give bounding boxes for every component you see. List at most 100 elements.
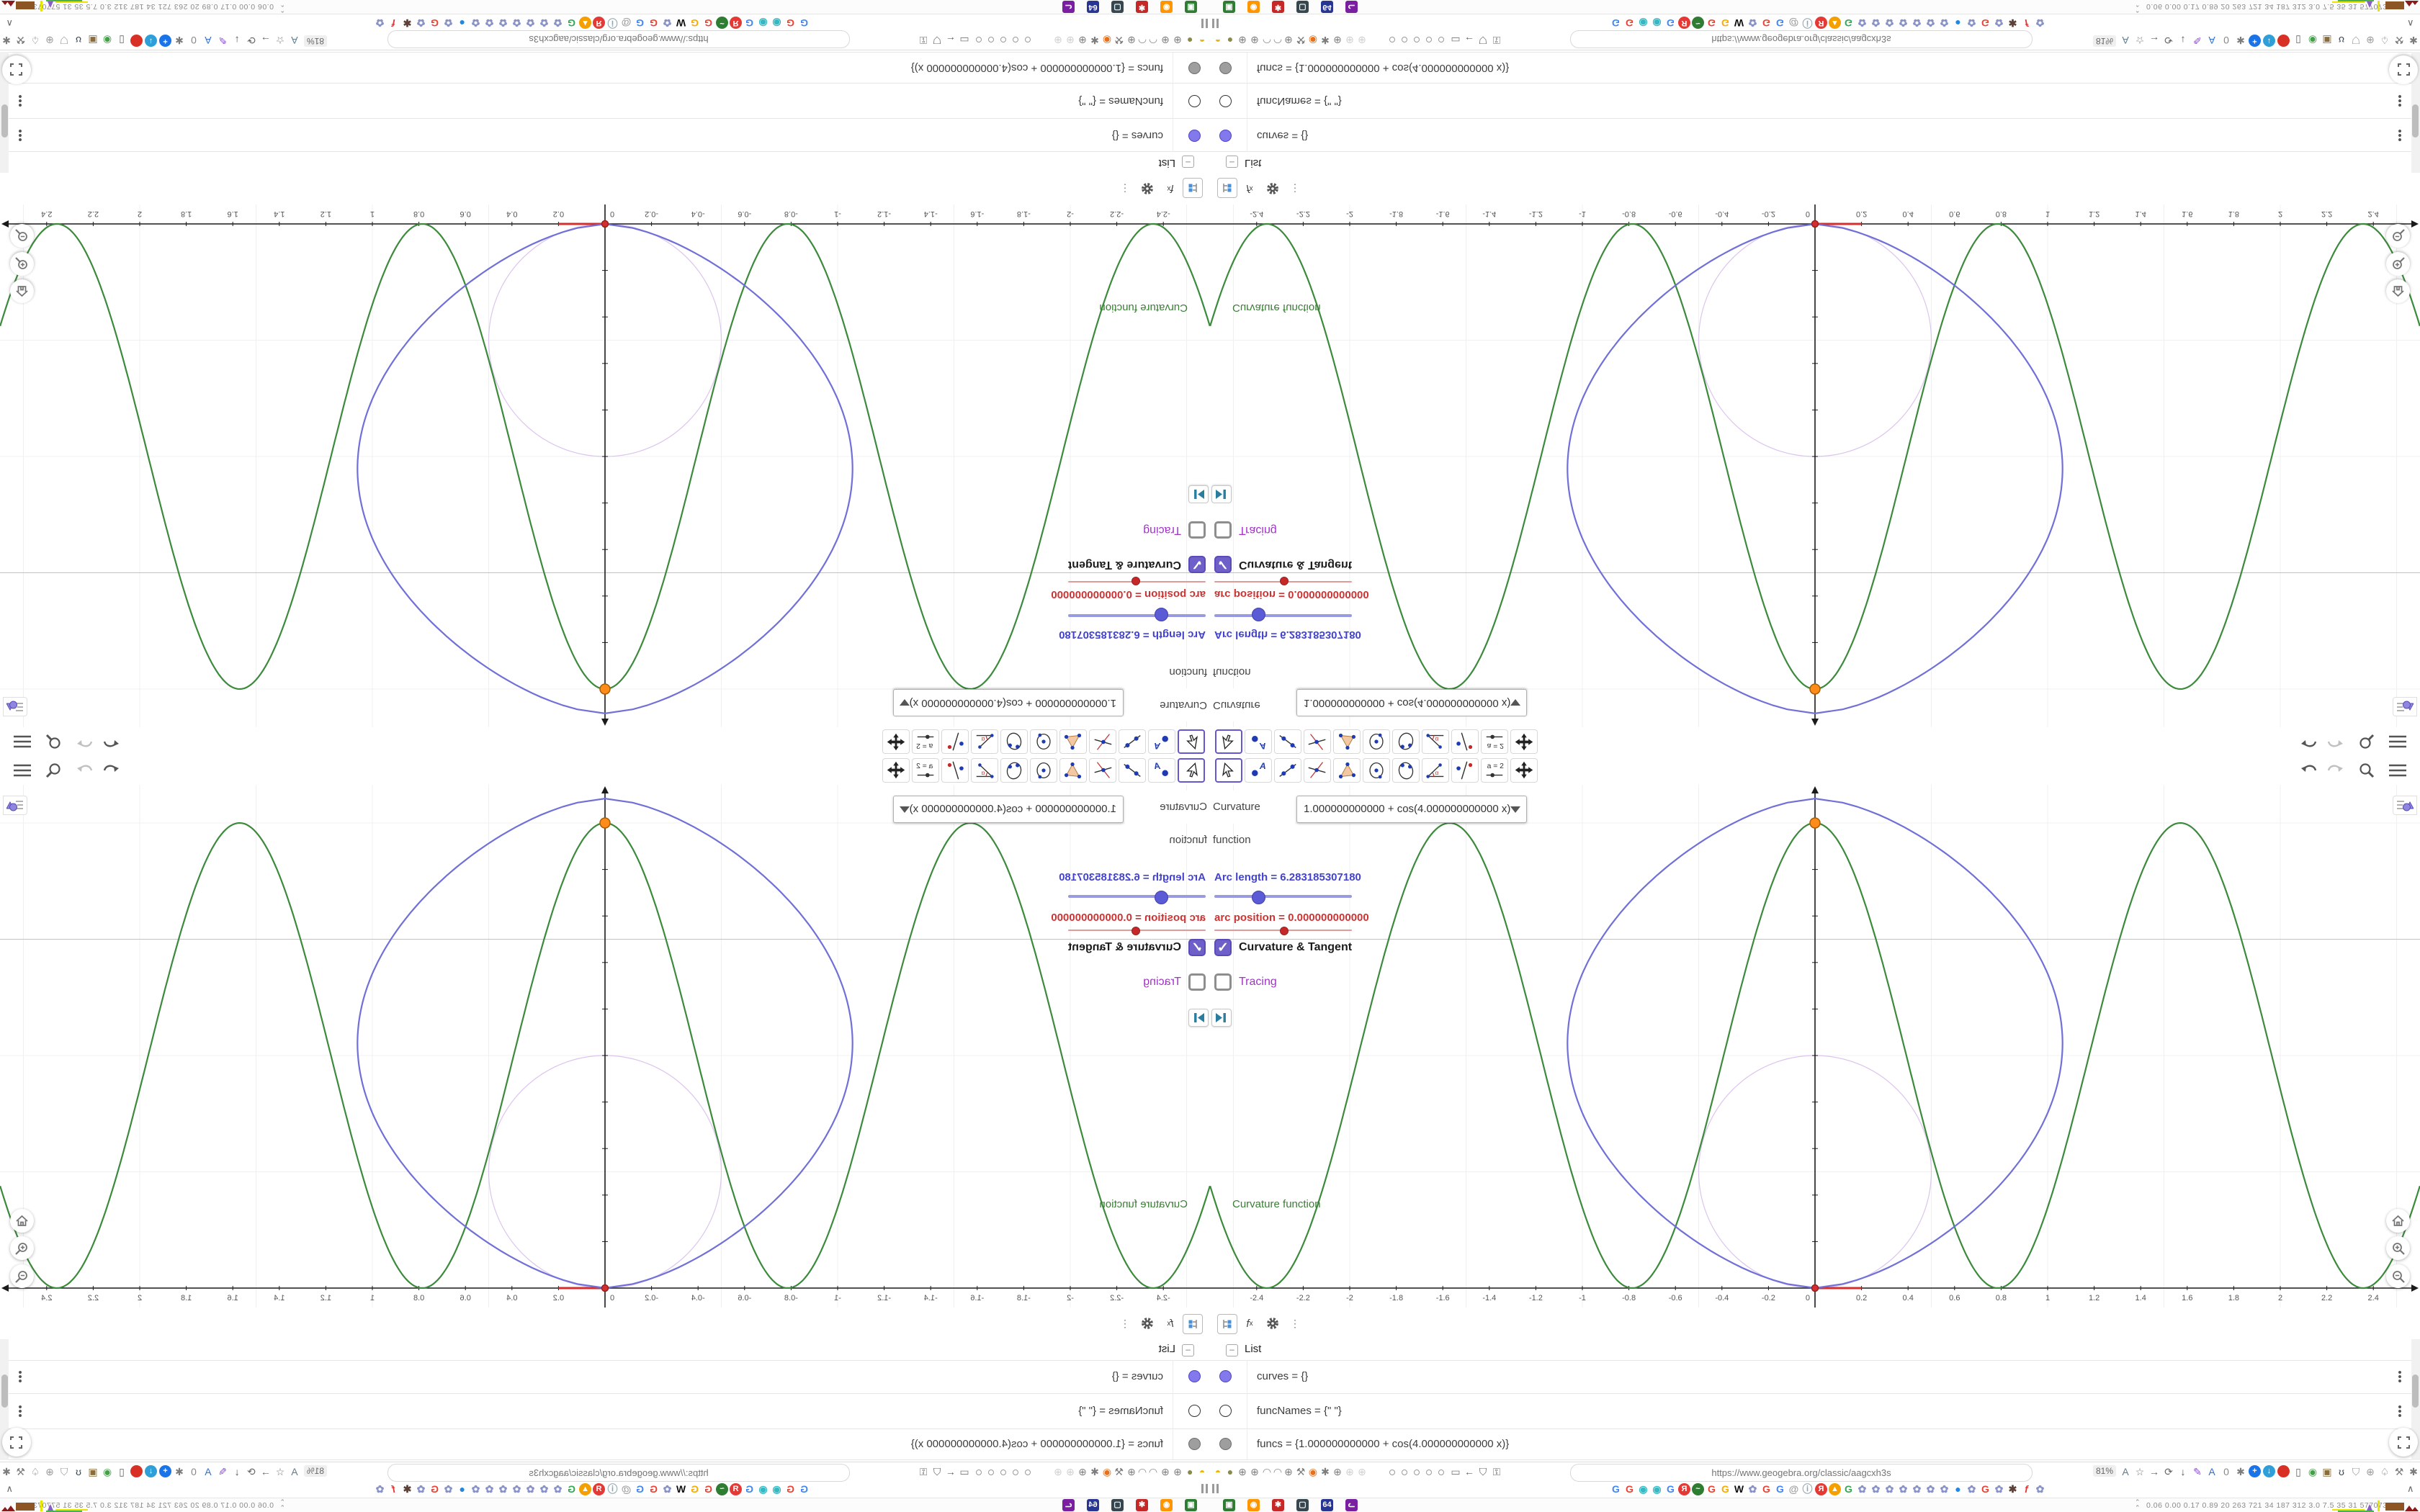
object-visibility-toggle[interactable] xyxy=(1219,1437,1232,1450)
slider-tool-icon[interactable]: a = 2 xyxy=(1481,729,1508,754)
algebra-scrollbar-thumb[interactable] xyxy=(1,104,8,138)
f-red-favicon[interactable]: f xyxy=(387,17,400,29)
dot-teal-favicon[interactable]: ◉ xyxy=(1651,17,1663,29)
brush-icon[interactable]: ✎ xyxy=(2191,1464,2204,1479)
graphics-view[interactable]: -2.4 -2.2 -2 -1.8 -1.6 -1.4 -1.2 -1 -0.8 -0.6 -0.4… xyxy=(1210,203,2420,727)
bookmark-dot-icon[interactable] xyxy=(1438,1470,1444,1475)
object-visibility-toggle[interactable] xyxy=(1188,130,1201,142)
point-tool-icon[interactable]: A xyxy=(1245,758,1272,783)
reload-icon[interactable]: ⟳ xyxy=(2162,33,2175,48)
line-tool-icon[interactable] xyxy=(1119,758,1146,783)
point-tool-icon[interactable]: A xyxy=(1148,729,1175,754)
gear-icon[interactable]: ✱ xyxy=(2234,1464,2247,1479)
tree-view-icon[interactable] xyxy=(1217,178,1237,198)
wiki-w-favicon[interactable]: W xyxy=(675,1483,687,1495)
arc-length-slider[interactable] xyxy=(1068,614,1206,617)
bookmark-dot-icon[interactable] xyxy=(1000,37,1006,42)
arrow-right-icon[interactable]: → xyxy=(2148,33,2161,48)
circle-blue-favicon[interactable]: ● xyxy=(456,1483,468,1495)
globe-icon[interactable]: ⊕ xyxy=(1171,1464,1184,1479)
G-red-favicon[interactable]: G xyxy=(784,1483,797,1495)
bookmark-dot-icon[interactable] xyxy=(976,37,982,42)
globe-icon[interactable]: ⊕ xyxy=(1248,1464,1261,1479)
folder-icon[interactable]: ▭ xyxy=(958,33,971,48)
bookmark-dot-icon[interactable] xyxy=(1414,1470,1420,1475)
home-button[interactable] xyxy=(10,1209,34,1233)
perpendicular-line-tool-icon[interactable] xyxy=(1304,729,1331,754)
save-green-taskbar-icon[interactable]: ▣ xyxy=(1185,1499,1197,1511)
circle-tool-icon[interactable] xyxy=(1030,729,1057,754)
gear-icon[interactable]: ✱ xyxy=(2407,33,2420,48)
G-red-favicon[interactable]: G xyxy=(1623,17,1636,29)
object-visibility-toggle[interactable] xyxy=(1219,130,1232,142)
zoom-in-button[interactable] xyxy=(10,252,34,276)
graphics-stylebar-button[interactable] xyxy=(3,697,27,716)
folder-icon[interactable]: ▭ xyxy=(958,1464,971,1479)
conic-tool-icon[interactable] xyxy=(1392,758,1420,783)
bookmark-dot-icon[interactable] xyxy=(1025,1470,1031,1475)
record-red-icon[interactable] xyxy=(2277,35,2290,47)
folder-icon[interactable]: ▭ xyxy=(1449,1464,1462,1479)
ud-dark-icon[interactable]: ʊ xyxy=(2335,1464,2348,1479)
firefox-orange-taskbar-icon[interactable]: ◉ xyxy=(1160,1,1173,13)
ggb-flower-favicon[interactable]: ✿ xyxy=(442,17,454,29)
polygon-tool-icon[interactable] xyxy=(1333,729,1361,754)
lock-icon[interactable]: ⚿ xyxy=(1490,1464,1503,1479)
ghost-globe-icon[interactable]: ⊕ xyxy=(1052,1464,1065,1479)
brush-icon[interactable]: ✎ xyxy=(216,1464,229,1479)
f-red-favicon[interactable]: f xyxy=(387,1483,400,1495)
move-view-tool-icon[interactable] xyxy=(1510,729,1538,754)
settings-gear-icon[interactable] xyxy=(1138,179,1157,198)
G-blue-favicon[interactable]: G xyxy=(634,1483,646,1495)
ud-dark-icon[interactable]: ʊ xyxy=(72,1464,85,1479)
dot-teal-favicon[interactable]: ◉ xyxy=(1637,1483,1649,1495)
down-blue-icon[interactable]: ↓ xyxy=(2263,35,2275,47)
G-green-favicon[interactable]: G xyxy=(1842,17,1855,29)
G-red-favicon[interactable]: G xyxy=(1979,1483,1991,1495)
G-blue-favicon[interactable]: G xyxy=(1610,17,1622,29)
G-blue-favicon[interactable]: G xyxy=(1774,17,1786,29)
ggb-flower-favicon[interactable]: ✿ xyxy=(524,1483,537,1495)
collapse-list-button[interactable]: – xyxy=(1226,1344,1238,1356)
ggb-flower-favicon[interactable]: ✿ xyxy=(552,17,564,29)
olive-circle-icon[interactable]: ● xyxy=(1224,33,1237,48)
firefox-icon[interactable]: ◉ xyxy=(1101,33,1113,48)
translate-icon[interactable]: A xyxy=(2119,33,2132,48)
fullscreen-button[interactable] xyxy=(2389,1428,2418,1457)
ghost-globe-icon[interactable]: ⊕ xyxy=(1064,33,1077,48)
collapse-list-button[interactable]: – xyxy=(1182,156,1194,168)
download-icon[interactable]: ↓ xyxy=(2177,1464,2190,1479)
ya-red-favicon[interactable]: Я xyxy=(1815,1483,1827,1495)
bookmark-dot-icon[interactable] xyxy=(1426,1470,1432,1475)
G-blue-favicon[interactable]: G xyxy=(1774,1483,1786,1495)
fx-icon[interactable]: fx xyxy=(1161,1314,1180,1333)
point-tool-icon[interactable]: A xyxy=(1148,758,1175,783)
bookmark-dot-icon[interactable] xyxy=(1426,37,1432,42)
ggb-flower-favicon[interactable]: ✿ xyxy=(2034,17,2046,29)
down-blue-icon[interactable]: ↓ xyxy=(145,35,157,47)
ggb-flower-favicon[interactable]: ✿ xyxy=(1938,17,1950,29)
ggb-flower-favicon[interactable]: ✿ xyxy=(415,1483,427,1495)
globe-gray-icon[interactable]: ⊕ xyxy=(2364,33,2377,48)
redo-icon[interactable] xyxy=(2326,760,2344,780)
arrow-right-icon[interactable]: → xyxy=(259,1464,272,1479)
info-gray-favicon[interactable]: ⓘ xyxy=(606,17,619,29)
graphics-view[interactable]: -2.4 -2.2 -2 -1.8 -1.6 -1.4 -1.2 -1 -0.8 -0.6 -0.4… xyxy=(1210,785,2420,1309)
folder-icon[interactable]: ▭ xyxy=(1449,33,1462,48)
wrench-icon[interactable]: ⚒ xyxy=(1294,33,1307,48)
G-blue-favicon[interactable]: G xyxy=(1664,1483,1677,1495)
olive-circle-icon[interactable]: ● xyxy=(1183,1464,1196,1479)
info-gray-favicon[interactable]: ⓘ xyxy=(1801,17,1814,29)
arrow-left-icon[interactable]: ← xyxy=(944,1464,957,1479)
row-menu-icon[interactable]: • • • xyxy=(2397,91,2403,112)
algebra-scrollbar-thumb[interactable] xyxy=(2412,104,2419,138)
row-menu-icon[interactable]: • • • xyxy=(17,1367,23,1387)
object-visibility-toggle[interactable] xyxy=(1219,1370,1232,1382)
tree-view-icon[interactable] xyxy=(1183,1314,1203,1334)
floppy-navy-taskbar-icon[interactable]: 64 xyxy=(1321,1,1333,13)
polygon-tool-icon[interactable] xyxy=(1333,758,1361,783)
menu-icon[interactable] xyxy=(2388,732,2408,752)
star-icon[interactable]: ☆ xyxy=(274,1464,287,1479)
G-blue-favicon[interactable]: G xyxy=(798,17,810,29)
mountain-favicon[interactable]: ▲ xyxy=(1829,1483,1841,1495)
